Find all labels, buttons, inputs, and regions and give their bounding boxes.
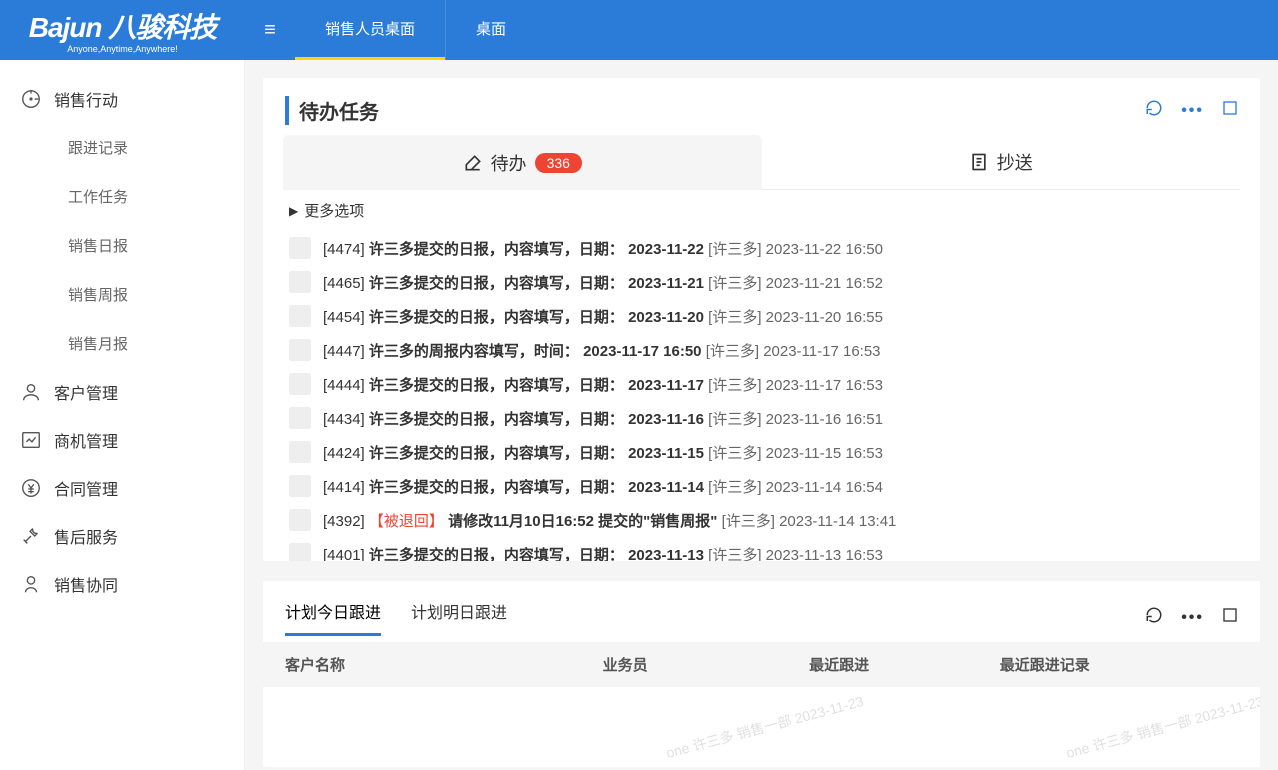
todo-panel: 待办任务 ••• 待办 336 抄送 ▶ (263, 78, 1260, 561)
task-row[interactable]: [4424] 许三多提交的日报，内容填写，日期： 2023-11-15 [许三多… (289, 435, 1234, 469)
refresh-icon[interactable] (1145, 99, 1163, 122)
header-tab-sales-desktop[interactable]: 销售人员桌面 (295, 0, 445, 60)
doc-icon (969, 152, 989, 172)
subtab-today[interactable]: 计划今日跟进 (285, 599, 381, 636)
task-checkbox[interactable] (289, 407, 311, 429)
more-icon[interactable]: ••• (1181, 102, 1204, 120)
task-row[interactable]: [4447] 许三多的周报内容填写，时间： 2023-11-17 16:50 [… (289, 333, 1234, 367)
more-options-toggle[interactable]: ▶ 更多选项 (263, 190, 1260, 231)
sidebar-label: 销售行动 (54, 87, 118, 111)
task-checkbox[interactable] (289, 509, 311, 531)
task-checkbox[interactable] (289, 441, 311, 463)
task-row[interactable]: [4474] 许三多提交的日报，内容填写，日期： 2023-11-22 [许三多… (289, 231, 1234, 265)
watermark-text: one 许三多 销售一部 2023-11-23 (1064, 691, 1260, 763)
sidebar-sub-weekly[interactable]: 销售周报 (0, 270, 244, 319)
task-text: [4444] 许三多提交的日报，内容填写，日期： 2023-11-17 [许三多… (323, 374, 883, 395)
task-row[interactable]: [4465] 许三多提交的日报，内容填写，日期： 2023-11-21 [许三多… (289, 265, 1234, 299)
chart-icon (20, 429, 42, 451)
task-row[interactable]: [4414] 许三多提交的日报，内容填写，日期： 2023-11-14 [许三多… (289, 469, 1234, 503)
task-checkbox[interactable] (289, 237, 311, 259)
task-text: [4465] 许三多提交的日报，内容填写，日期： 2023-11-21 [许三多… (323, 272, 883, 293)
task-text: [4414] 许三多提交的日报，内容填写，日期： 2023-11-14 [许三多… (323, 476, 883, 497)
task-checkbox[interactable] (289, 339, 311, 361)
task-row[interactable]: [4454] 许三多提交的日报，内容填写，日期： 2023-11-20 [许三多… (289, 299, 1234, 333)
refresh-icon[interactable] (1145, 606, 1163, 629)
task-text: [4454] 许三多提交的日报，内容填写，日期： 2023-11-20 [许三多… (323, 306, 883, 327)
plan-panel: 计划今日跟进 计划明日跟进 ••• 客户名称 业务员 最近跟进 最近跟进记录 o… (263, 581, 1260, 767)
app-header: Bajun 八骏科技 Anyone,Anytime,Anywhere! ≡ 销售… (0, 0, 1278, 60)
task-text: [4424] 许三多提交的日报，内容填写，日期： 2023-11-15 [许三多… (323, 442, 883, 463)
sidebar-label: 客户管理 (54, 380, 118, 404)
task-row[interactable]: [4434] 许三多提交的日报，内容填写，日期： 2023-11-16 [许三多… (289, 401, 1234, 435)
watermark-area: one 许三多 销售一部 2023-11-23 one 许三多 销售一部 202… (263, 687, 1260, 767)
task-row[interactable]: [4401] 许三多提交的日报，内容填写，日期： 2023-11-13 [许三多… (289, 537, 1234, 561)
col-record: 最近跟进记录 (1000, 654, 1238, 675)
task-checkbox[interactable] (289, 543, 311, 561)
panel-actions: ••• (1145, 99, 1238, 122)
task-row[interactable]: [4444] 许三多提交的日报，内容填写，日期： 2023-11-17 [许三多… (289, 367, 1234, 401)
sidebar-label: 合同管理 (54, 476, 118, 500)
logo-tagline: Anyone,Anytime,Anywhere! (67, 44, 178, 54)
task-text: [4434] 许三多提交的日报，内容填写，日期： 2023-11-16 [许三多… (323, 408, 883, 429)
task-text: [4474] 许三多提交的日报，内容填写，日期： 2023-11-22 [许三多… (323, 238, 883, 259)
edit-icon (463, 153, 483, 173)
more-options-label: 更多选项 (304, 200, 364, 221)
sidebar-label: 商机管理 (54, 428, 118, 452)
sidebar-item-contract[interactable]: 合同管理 (0, 464, 244, 512)
task-checkbox[interactable] (289, 373, 311, 395)
triangle-right-icon: ▶ (289, 204, 298, 218)
person-icon (20, 573, 42, 595)
sidebar-label: 售后服务 (54, 524, 118, 548)
maximize-icon[interactable] (1222, 607, 1238, 628)
sidebar-item-sales-action[interactable]: 销售行动 (0, 75, 244, 123)
header-tab-desktop[interactable]: 桌面 (445, 0, 536, 60)
sidebar-item-aftersale[interactable]: 售后服务 (0, 512, 244, 560)
tab-todo-label: 待办 (491, 150, 527, 176)
tab-cc[interactable]: 抄送 (762, 135, 1241, 190)
col-recent: 最近跟进 (809, 654, 1000, 675)
task-checkbox[interactable] (289, 305, 311, 327)
sidebar-sub-followup[interactable]: 跟进记录 (0, 123, 244, 172)
task-text: [4401] 许三多提交的日报，内容填写，日期： 2023-11-13 [许三多… (323, 544, 883, 562)
hamburger-icon[interactable]: ≡ (245, 19, 295, 42)
task-text: [4392] 【被退回】 请修改11月10日16:52 提交的"销售周报" [许… (323, 510, 896, 531)
target-icon (20, 88, 42, 110)
todo-count-badge: 336 (535, 153, 582, 173)
watermark-text: one 许三多 销售一部 2023-11-23 (664, 691, 866, 763)
content-area: 待办任务 ••• 待办 336 抄送 ▶ (245, 60, 1278, 770)
col-sales: 业务员 (603, 654, 809, 675)
sidebar-label: 销售协同 (54, 572, 118, 596)
sidebar-sub-tasks[interactable]: 工作任务 (0, 172, 244, 221)
task-row[interactable]: [4392] 【被退回】 请修改11月10日16:52 提交的"销售周报" [许… (289, 503, 1234, 537)
tab-todo[interactable]: 待办 336 (283, 135, 762, 190)
user-icon (20, 381, 42, 403)
logo: Bajun 八骏科技 Anyone,Anytime,Anywhere! (0, 6, 245, 54)
sidebar-item-collab[interactable]: 销售协同 (0, 560, 244, 608)
sidebar: 销售行动 跟进记录 工作任务 销售日报 销售周报 销售月报 客户管理 商机管理 … (0, 60, 245, 770)
tab-cc-label: 抄送 (997, 149, 1033, 175)
maximize-icon[interactable] (1222, 100, 1238, 121)
task-list: [4474] 许三多提交的日报，内容填写，日期： 2023-11-22 [许三多… (263, 231, 1260, 561)
task-checkbox[interactable] (289, 475, 311, 497)
table-header: 客户名称 业务员 最近跟进 最近跟进记录 (263, 642, 1260, 687)
wrench-icon (20, 525, 42, 547)
task-text: [4447] 许三多的周报内容填写，时间： 2023-11-17 16:50 [… (323, 340, 881, 361)
sidebar-sub-monthly[interactable]: 销售月报 (0, 319, 244, 368)
col-customer: 客户名称 (285, 654, 603, 675)
task-checkbox[interactable] (289, 271, 311, 293)
panel-title: 待办任务 (285, 96, 379, 125)
yen-icon (20, 477, 42, 499)
sidebar-sub-daily[interactable]: 销售日报 (0, 221, 244, 270)
plan-actions: ••• (1145, 606, 1238, 629)
sidebar-item-customer[interactable]: 客户管理 (0, 368, 244, 416)
subtab-tomorrow[interactable]: 计划明日跟进 (411, 599, 507, 636)
logo-text: Bajun 八骏科技 (29, 6, 217, 46)
more-icon[interactable]: ••• (1181, 609, 1204, 627)
sidebar-item-opportunity[interactable]: 商机管理 (0, 416, 244, 464)
